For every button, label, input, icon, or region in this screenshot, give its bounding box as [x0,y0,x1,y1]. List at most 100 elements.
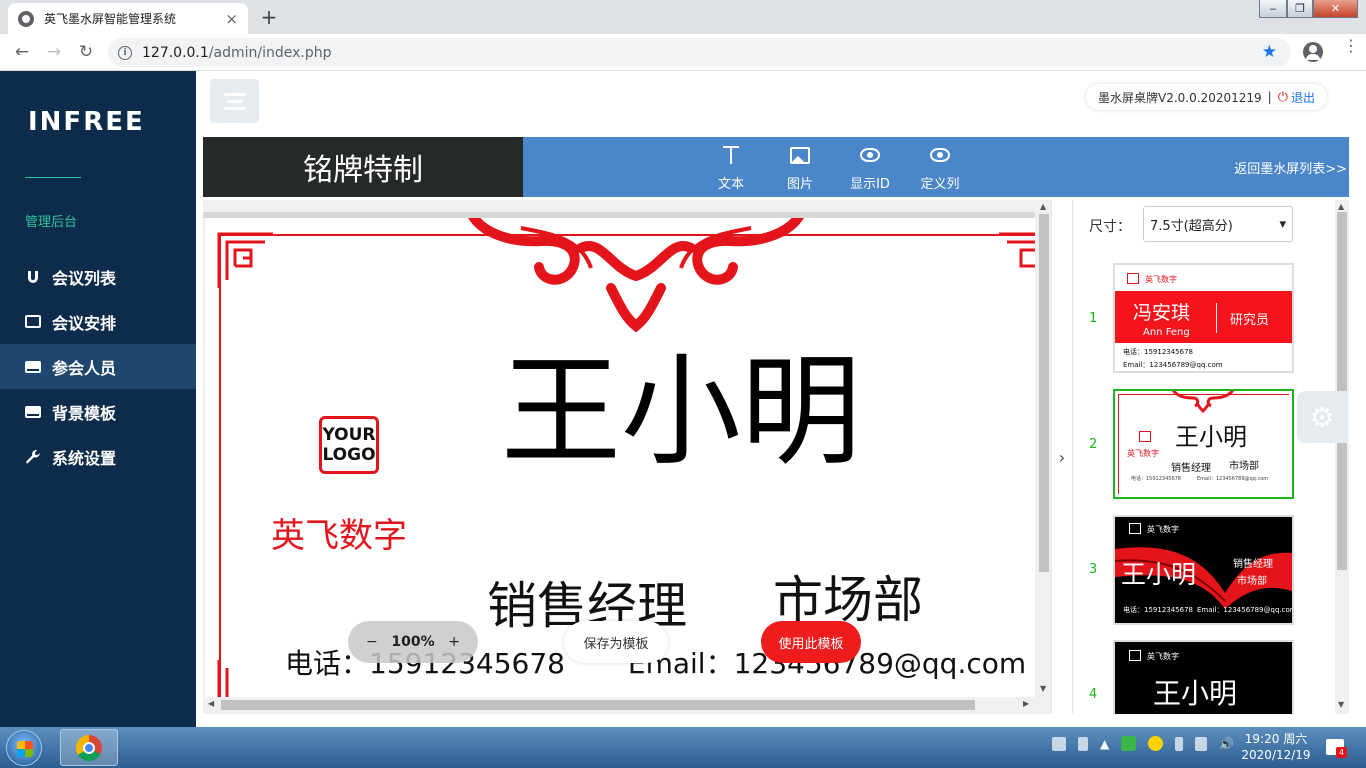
template-dept: 市场部 [1229,461,1259,472]
scroll-up-icon[interactable]: ▲ [1338,202,1344,211]
browser-toolbar: ← → ↻ i 127.0.0.1/admin/index.php ★ [0,34,1366,71]
logout-link[interactable]: 退出 [1291,89,1315,106]
scroll-down-icon[interactable]: ▼ [1040,684,1046,693]
network-icon[interactable] [1195,736,1208,751]
keyboard-icon[interactable] [1052,736,1066,751]
template-name-en: Ann Feng [1143,327,1190,338]
globe-icon [18,10,34,27]
account-icon[interactable] [1303,42,1323,62]
window-close-button[interactable]: ✕ [1313,0,1358,18]
corner-ornament-icon [217,232,273,288]
sidebar-item-meeting-list[interactable]: 会议列表 [0,254,196,299]
drive-icon [24,358,42,376]
save-as-template-button[interactable]: 保存为模板 [564,621,668,663]
size-select[interactable]: 7.5寸(超高分) ▾ [1143,206,1293,242]
scroll-thumb[interactable] [1039,214,1049,572]
url-host: 127.0.0.1 [142,44,209,61]
browser-menu-icon[interactable]: ⋮ [1343,38,1359,54]
tool-define-column[interactable]: 定义列 [912,143,968,192]
bookmark-star-icon[interactable]: ★ [1262,42,1277,62]
template-name: 王小明 [1121,560,1197,589]
shield-icon[interactable] [1121,736,1137,751]
forward-button[interactable]: → [43,41,65,63]
close-tab-icon[interactable]: × [225,10,238,28]
browser-tab-bar: 英飞墨水屏智能管理系统 × + ‒ ❐ ✕ [0,0,1366,34]
scroll-right-icon[interactable]: ▶ [1023,699,1029,708]
company-name[interactable]: 英飞数字 [271,508,407,557]
template-email: Email：123456789@qq.com [1123,361,1223,369]
url-path: /admin/index.php [208,44,332,61]
scroll-up-icon[interactable]: ▲ [1040,202,1046,211]
size-label: 尺寸： [1089,219,1131,235]
template-card-1[interactable]: 英飞数字 冯安琪 Ann Feng 研究员 电话：15912345678 Ema… [1113,263,1294,373]
tray-plus-icon[interactable] [1148,736,1164,751]
sidebar-item-label: 会议安排 [52,313,117,333]
tray-app-icon[interactable] [1078,736,1088,751]
template-card-4[interactable]: 英飞数字 王小明 [1113,640,1294,714]
panel-collapse-toggle[interactable]: › [1051,200,1073,714]
brand-logo: INFREE [28,107,145,137]
template-number: 1 [1089,311,1098,326]
new-tab-button[interactable]: + [256,5,282,29]
notification-count: 4 [1336,747,1347,758]
power-icon[interactable]: ⏻ [1278,90,1288,105]
zoom-out-button[interactable]: − [366,634,378,650]
sidebar-item-attendees[interactable]: 参会人员 [0,344,196,389]
canvas-vertical-scrollbar[interactable]: ▲ ▼ [1037,200,1051,696]
settings-gear-icon[interactable]: ⚙ [1297,391,1347,443]
windows-taskbar: ▲ 🔊 19:20 周六 2020/12/19 4 [0,727,1366,768]
menu-toggle-button[interactable] [210,79,259,123]
sidebar-divider [25,177,81,178]
tool-text[interactable]: 文本 [703,143,759,192]
maximize-button[interactable]: ❐ [1287,0,1313,18]
tool-label: 定义列 [920,177,960,192]
your-logo[interactable]: YOUR LOGO [319,416,379,474]
battery-icon[interactable] [1175,736,1184,751]
chevron-down-icon: ▾ [1279,216,1286,232]
tool-show-id[interactable]: 显示ID [842,143,898,192]
minimize-button[interactable]: ‒ [1259,0,1287,18]
template-phone: 电话：15912345678 [1131,476,1181,482]
template-phone: 电话：15912345678 [1123,348,1193,356]
scroll-left-icon[interactable]: ◀ [208,699,214,708]
info-icon[interactable]: i [118,45,132,60]
back-button[interactable]: ← [11,41,33,63]
sidebar-item-background-templates[interactable]: 背景模板 [0,389,196,434]
system-tray: ▲ 🔊 [1052,736,1234,751]
canvas-horizontal-scrollbar[interactable]: ◀ ▶ [203,697,1037,713]
template-name: 冯安琪 [1133,302,1191,324]
template-dept: 市场部 [1237,576,1267,587]
taskbar-chrome-button[interactable] [60,729,118,766]
address-bar[interactable]: i 127.0.0.1/admin/index.php ★ [108,38,1291,67]
sidebar-item-meeting-schedule[interactable]: 会议安排 [0,299,196,344]
person-name[interactable]: 王小明 [501,338,861,488]
tool-image[interactable]: 图片 [772,143,828,192]
start-button[interactable] [6,730,42,766]
template-company: 英飞数字 [1127,449,1159,458]
use-template-button[interactable]: 使用此模板 [761,621,861,663]
sidebar-item-label: 会议列表 [52,268,117,288]
volume-icon[interactable]: 🔊 [1219,737,1234,751]
window-controls: ‒ ❐ ✕ [1259,0,1358,20]
scroll-down-icon[interactable]: ▼ [1338,700,1344,709]
back-to-list-link[interactable]: 返回墨水屏列表>> [1234,158,1347,177]
template-name: 王小明 [1175,423,1247,451]
separator: | [1267,90,1272,104]
zoom-in-button[interactable]: + [448,634,460,650]
logo-line2: LOGO [322,445,376,465]
scroll-thumb[interactable] [221,700,975,710]
template-card-2[interactable]: 英飞数字 王小明 销售经理 市场部 电话：15912345678 Email：1… [1113,389,1294,499]
template-card-3[interactable]: 英飞数字 王小明 销售经理 市场部 电话：15912345678 Email：1… [1113,515,1294,625]
browser-tab[interactable]: 英飞墨水屏智能管理系统 × [8,3,248,34]
chevron-right-icon: › [1058,447,1066,467]
template-title: 销售经理 [1233,559,1273,570]
template-panel-scrollbar[interactable]: ▲ ▼ [1335,200,1349,714]
notification-icon[interactable]: 4 [1326,739,1347,758]
taskbar-clock[interactable]: 19:20 周六 2020/12/19 [1236,731,1316,763]
logo-line1: YOUR [322,425,376,445]
tray-expand-icon[interactable]: ▲ [1100,737,1109,751]
sidebar-item-settings[interactable]: 系统设置 [0,434,196,479]
tool-label: 图片 [786,177,813,192]
url-text: 127.0.0.1/admin/index.php [142,45,332,61]
reload-button[interactable]: ↻ [75,41,97,63]
